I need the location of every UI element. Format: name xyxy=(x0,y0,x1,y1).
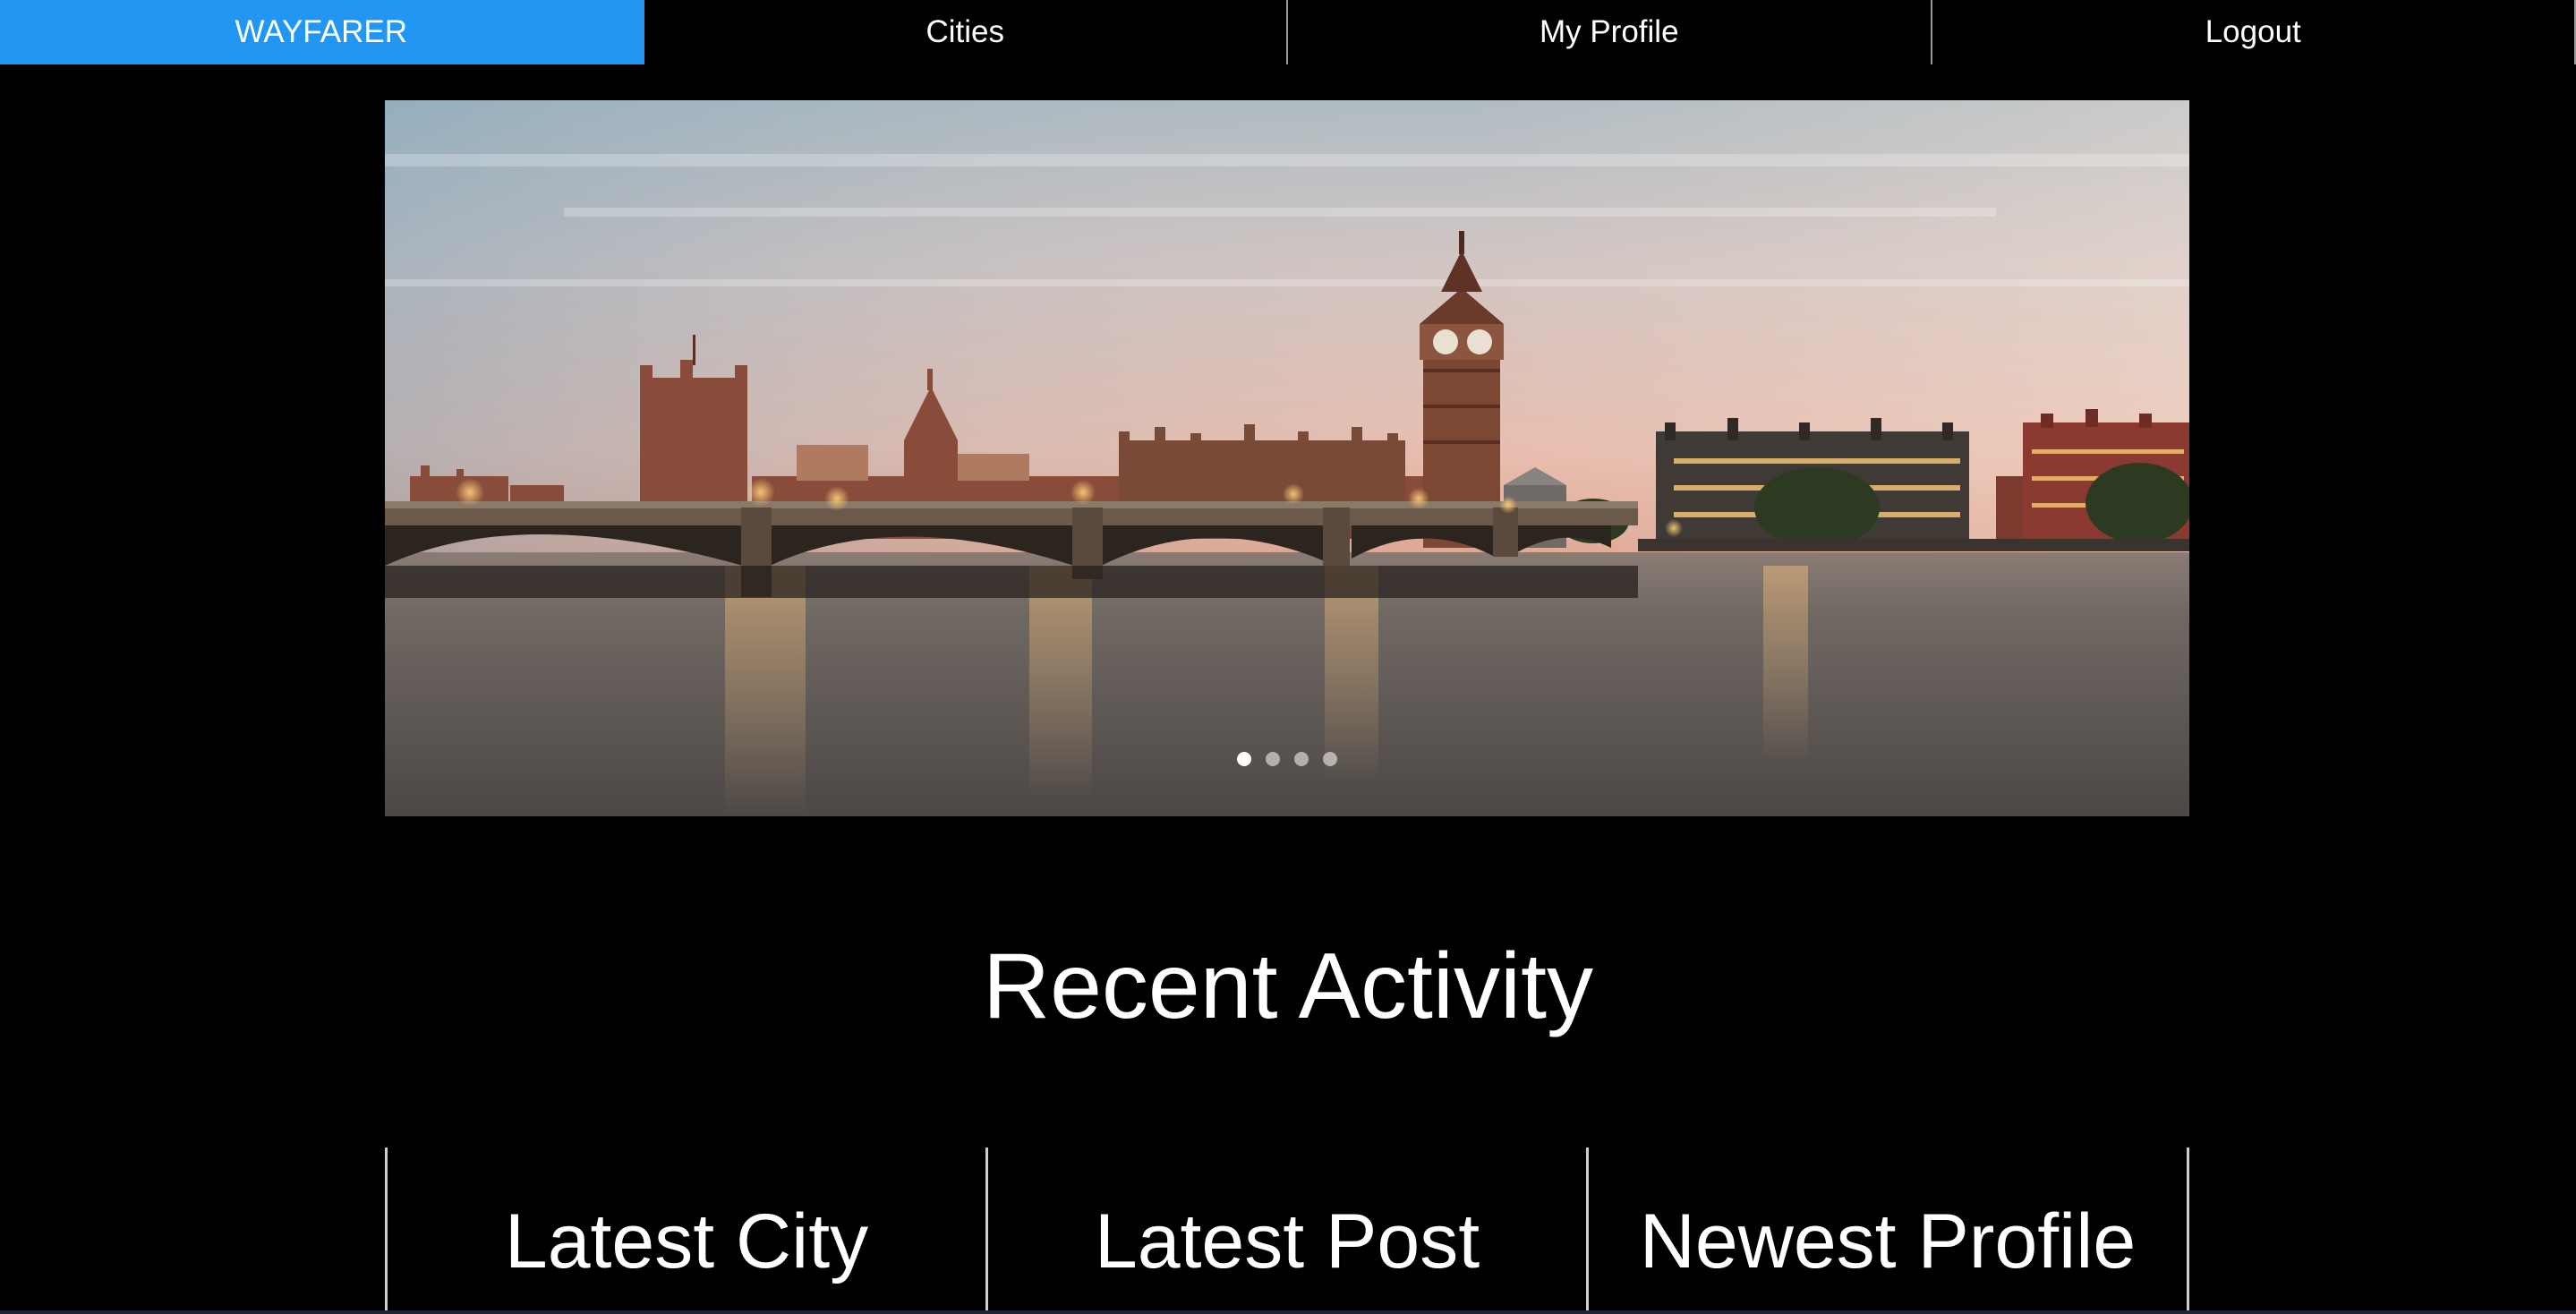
hero-image xyxy=(385,100,2189,816)
nav-item-logout[interactable]: Logout xyxy=(1932,0,2576,64)
nav-item-label: Logout xyxy=(2205,14,2301,49)
nav-item-label: Cities xyxy=(925,14,1005,49)
hero-carousel[interactable] xyxy=(385,100,2189,816)
app-root: WAYFARER Cities My Profile Logout Recent… xyxy=(0,0,2576,1314)
nav-item-label: WAYFARER xyxy=(235,14,408,49)
window-bottom-edge xyxy=(0,1310,2576,1314)
newest-profile-column: Newest Profile xyxy=(1586,1148,2189,1314)
carousel-indicators xyxy=(385,752,2189,766)
newest-profile-title: Newest Profile xyxy=(1639,1199,2137,1284)
carousel-dot[interactable] xyxy=(1294,752,1309,766)
nav-item-label: My Profile xyxy=(1539,14,1679,49)
recent-activity-title: Recent Activity xyxy=(982,934,1594,1038)
latest-city-title: Latest City xyxy=(504,1199,869,1284)
latest-post-title: Latest Post xyxy=(1094,1199,1480,1284)
top-nav: WAYFARER Cities My Profile Logout xyxy=(0,0,2576,64)
nav-item-my-profile[interactable]: My Profile xyxy=(1288,0,1932,64)
latest-post-column: Latest Post xyxy=(985,1148,1586,1314)
nav-item-cities[interactable]: Cities xyxy=(644,0,1288,64)
nav-item-wayfarer[interactable]: WAYFARER xyxy=(0,0,644,64)
latest-city-column: Latest City xyxy=(385,1148,985,1314)
carousel-dot[interactable] xyxy=(1237,752,1251,766)
carousel-dot[interactable] xyxy=(1323,752,1337,766)
recent-activity-columns: Latest City Latest Post Newest Profile xyxy=(385,1148,2189,1314)
carousel-dot[interactable] xyxy=(1266,752,1280,766)
